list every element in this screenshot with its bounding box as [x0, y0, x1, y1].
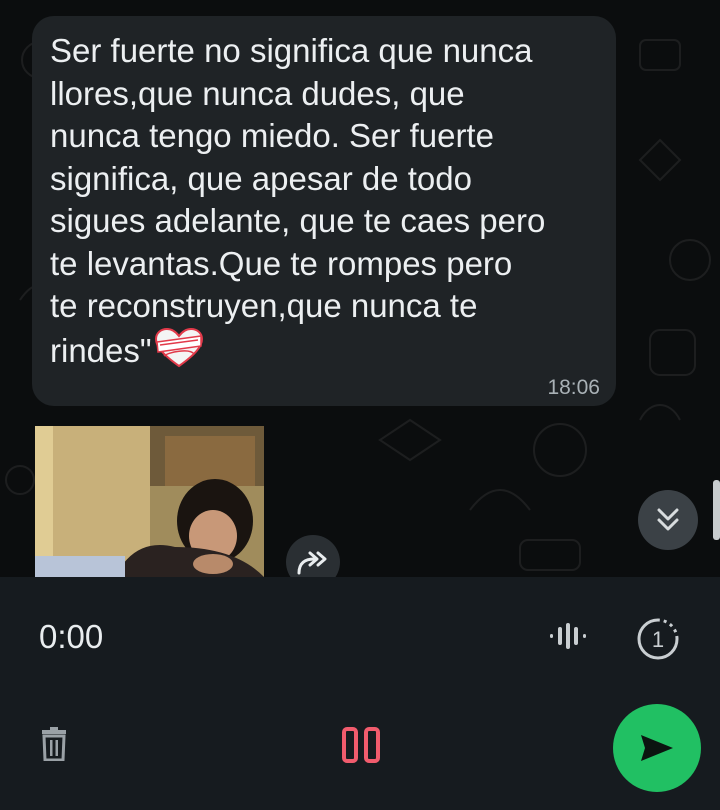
scrollbar-thumb[interactable]	[713, 480, 720, 540]
view-once-icon[interactable]: 1	[636, 617, 680, 661]
pause-icon[interactable]	[342, 727, 380, 763]
view-once-label: 1	[652, 627, 664, 652]
chat-screen: Ser fuerte no significa que nunca llores…	[0, 0, 720, 810]
message-text-content: Ser fuerte no significa que nunca llores…	[50, 32, 546, 369]
video-thumbnail-image	[35, 426, 264, 577]
send-icon	[641, 735, 673, 761]
recording-timer: 0:00	[39, 618, 104, 655]
message-timestamp: 18:06	[547, 376, 600, 399]
send-button[interactable]	[613, 704, 701, 792]
message-text: Ser fuerte no significa que nunca llores…	[50, 30, 610, 372]
heart-with-bandage-icon	[154, 327, 203, 367]
message-bubble[interactable]: Ser fuerte no significa que nunca llores…	[32, 16, 616, 406]
video-thumbnail[interactable]	[35, 426, 264, 577]
forward-icon	[297, 551, 327, 575]
waveform-icon[interactable]	[548, 621, 592, 651]
scroll-down-icon	[657, 508, 679, 531]
trash-icon[interactable]	[40, 727, 68, 761]
chat-area[interactable]: Ser fuerte no significa que nunca llores…	[0, 0, 720, 577]
scroll-to-bottom-button[interactable]	[638, 490, 698, 550]
voice-recorder-panel: 0:00 1	[0, 577, 720, 810]
